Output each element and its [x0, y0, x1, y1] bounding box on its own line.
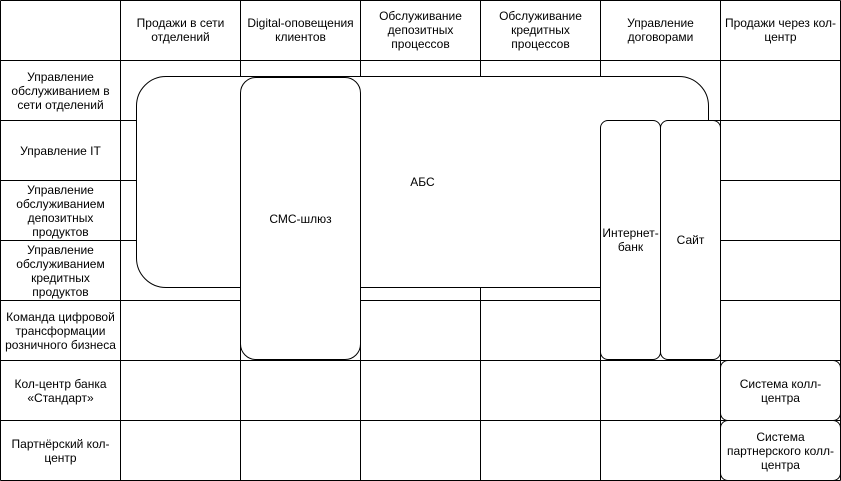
row-header-credit-service: Управление обслуживанием кредитных проду…	[16, 242, 105, 299]
partner-call-center-system-label: Система партнерского колл-центра	[726, 429, 835, 472]
site-box[interactable]: Сайт	[660, 120, 721, 360]
abs-system-label: АБС	[410, 175, 435, 189]
sms-gateway-box[interactable]: СМС-шлюз	[240, 77, 361, 360]
internet-bank-label: Интернет-банк	[602, 226, 659, 254]
partner-call-center-system-box[interactable]: Система партнерского колл-центра	[720, 420, 841, 481]
column-header-contract-management: Управление договорами	[627, 16, 694, 44]
column-header-digital-notifications: Digital-оповещения клиентов	[247, 16, 354, 44]
internet-bank-box[interactable]: Интернет-банк	[600, 120, 661, 360]
row-header-branch-service: Управление обслуживанием в сети отделени…	[11, 69, 110, 112]
column-header-credit-processes: Обслуживание кредитных процессов	[499, 9, 582, 51]
column-header-deposit-processes: Обслуживание депозитных процессов	[379, 9, 462, 51]
call-center-system-box[interactable]: Система колл-центра	[720, 360, 841, 421]
sms-gateway-label: СМС-шлюз	[269, 211, 332, 226]
call-center-system-label: Система колл-центра	[739, 376, 822, 405]
row-header-it: Управление IT	[20, 143, 101, 158]
row-header-standard-call-center: Кол-центр банка «Стандарт»	[14, 376, 107, 405]
column-header-branch-sales: Продажи в сети отделений	[136, 16, 225, 44]
column-header-call-center-sales: Продажи через кол-центр	[724, 16, 837, 44]
row-header-deposit-service: Управление обслуживанием депозитных прод…	[16, 182, 105, 239]
row-header-digital-transformation-team: Команда цифровой трансформации розничног…	[5, 309, 116, 352]
row-header-partner-call-center: Партнёрский кол-центр	[11, 436, 110, 465]
site-label: Сайт	[676, 233, 705, 247]
